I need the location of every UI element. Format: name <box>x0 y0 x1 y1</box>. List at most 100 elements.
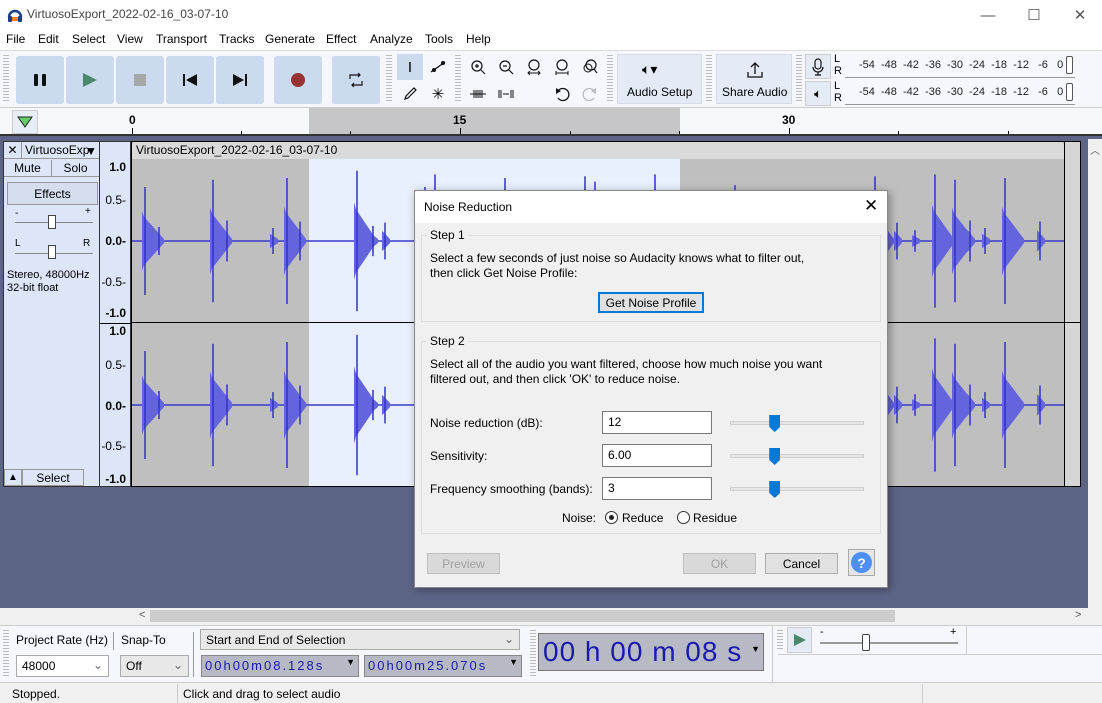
playback-meter-slider[interactable] <box>1066 83 1073 101</box>
scroll-right-icon[interactable]: > <box>1075 609 1081 621</box>
time-display[interactable]: 00 h 00 m 08 s ▼ <box>538 633 764 671</box>
redo-button[interactable] <box>577 81 603 107</box>
menu-generate[interactable]: Generate <box>265 32 315 46</box>
residue-radio[interactable] <box>677 511 690 524</box>
noise-reduction-input[interactable]: 12 <box>602 411 712 434</box>
fit-project-button[interactable] <box>549 54 575 80</box>
share-audio-button[interactable]: Share Audio <box>716 54 792 104</box>
ok-button[interactable]: OK <box>683 553 756 574</box>
toolbar-grip[interactable] <box>607 55 613 103</box>
scrollbar-thumb[interactable] <box>150 610 895 622</box>
undo-button[interactable] <box>549 81 575 107</box>
solo-button[interactable]: Solo <box>52 160 99 177</box>
record-button[interactable] <box>274 56 322 104</box>
menu-select[interactable]: Select <box>72 32 105 46</box>
selection-end-time[interactable]: 00h00m25.070s ▼ <box>364 655 522 677</box>
frequency-smoothing-input[interactable]: 3 <box>602 477 712 500</box>
playback-meter[interactable]: -54 -48 -42 -36 -30 -24 -18 -12 -6 0 <box>845 81 1075 105</box>
menu-help[interactable]: Help <box>466 32 491 46</box>
scroll-left-icon[interactable]: < <box>139 609 145 621</box>
menu-tools[interactable]: Tools <box>425 32 453 46</box>
selection-end-value: 00h00m25.070s <box>368 658 488 673</box>
playback-speed-slider[interactable] <box>820 642 958 644</box>
waveform-burst <box>982 233 990 249</box>
menu-effect[interactable]: Effect <box>326 32 356 46</box>
menu-analyze[interactable]: Analyze <box>370 32 413 46</box>
frequency-smoothing-slider[interactable] <box>730 487 864 491</box>
selection-mode-dropdown[interactable]: Start and End of Selection ⌄ <box>200 629 520 650</box>
toolbar-grip[interactable] <box>3 630 9 678</box>
skip-to-start-button[interactable] <box>166 56 214 104</box>
zoom-in-button[interactable] <box>465 54 491 80</box>
record-meter[interactable]: -54 -48 -42 -36 -30 -24 -18 -12 -6 0 <box>845 54 1075 78</box>
play-meter-button[interactable]: 🔈︎ <box>805 81 831 106</box>
multi-tool[interactable]: ✳ <box>425 81 451 107</box>
play-at-speed-button[interactable] <box>787 627 812 653</box>
toolbar-grip[interactable] <box>796 55 802 103</box>
step1-instructions-2: then click Get Noise Profile: <box>430 266 578 280</box>
horizontal-scrollbar[interactable]: < > <box>0 608 1102 624</box>
toolbar-grip[interactable] <box>3 55 9 103</box>
pan-slider-thumb[interactable] <box>48 245 56 259</box>
stop-button[interactable] <box>116 56 164 104</box>
minimize-button[interactable]: — <box>965 0 1011 30</box>
preview-button[interactable]: Preview <box>427 553 500 574</box>
draw-tool[interactable] <box>397 81 423 107</box>
gain-slider-thumb[interactable] <box>48 215 56 229</box>
envelope-tool[interactable] <box>425 54 451 80</box>
track-close-button[interactable]: ✕ <box>4 142 22 159</box>
snap-to-dropdown[interactable]: Off ⌄ <box>120 655 189 677</box>
close-icon: ✕ <box>7 143 18 157</box>
effects-button[interactable]: Effects <box>7 182 98 205</box>
menu-transport[interactable]: Transport <box>156 32 207 46</box>
mute-button[interactable]: Mute <box>4 160 52 177</box>
fit-selection-button[interactable] <box>521 54 547 80</box>
maximize-button[interactable]: ☐ <box>1011 0 1057 30</box>
toolbar-grip[interactable] <box>777 630 783 650</box>
menu-file[interactable]: File <box>6 32 25 46</box>
get-noise-profile-button[interactable]: Get Noise Profile <box>598 292 704 313</box>
audio-setup-button[interactable]: 🔈︎▾ Audio Setup <box>617 54 702 104</box>
noise-reduction-dialog: Noise Reduction ✕ Step 1 Select a few se… <box>414 190 888 588</box>
vertical-scrollbar[interactable]: ︿ <box>1088 139 1102 609</box>
project-rate-dropdown[interactable]: 48000 ⌄ <box>16 655 109 677</box>
zoom-out-button[interactable] <box>493 54 519 80</box>
clip-title-bar[interactable]: VirtuosoExport_2022-02-16_03-07-10 <box>132 142 1064 159</box>
selection-tool[interactable]: I <box>397 54 423 80</box>
playback-speed-thumb[interactable] <box>862 634 870 651</box>
toolbar-grip[interactable] <box>386 55 392 103</box>
zoom-in-icon <box>471 60 486 75</box>
pause-button[interactable] <box>16 56 64 104</box>
noise-reduction-slider[interactable] <box>730 421 864 425</box>
menu-edit[interactable]: Edit <box>38 32 59 46</box>
cancel-button[interactable]: Cancel <box>765 553 838 574</box>
selection-start-time[interactable]: 00h00m08.128s ▼ <box>201 655 359 677</box>
reduce-radio[interactable] <box>605 511 618 524</box>
waveform-burst <box>382 230 390 252</box>
menu-view[interactable]: View <box>117 32 143 46</box>
timeline-ruler[interactable]: 0 15 30 <box>0 108 1102 136</box>
toolbar-grip[interactable] <box>706 55 712 103</box>
loop-button[interactable] <box>332 56 380 104</box>
radio-dot <box>609 515 614 520</box>
close-button[interactable]: ✕ <box>1057 0 1102 30</box>
silence-audio-button[interactable] <box>493 81 519 107</box>
record-meter-slider[interactable] <box>1066 56 1073 74</box>
zoom-toggle-button[interactable] <box>577 54 603 80</box>
sensitivity-input[interactable]: 6.00 <box>602 444 712 467</box>
play-button[interactable] <box>66 56 114 104</box>
toolbar-grip[interactable] <box>530 630 536 678</box>
dialog-close-button[interactable]: ✕ <box>864 196 878 216</box>
track-name-menu[interactable]: VirtuosoExp ▼ <box>22 142 99 159</box>
timeline-options-button[interactable] <box>12 110 38 134</box>
sensitivity-slider[interactable] <box>730 454 864 458</box>
select-track-button[interactable]: Select <box>22 469 84 486</box>
scroll-up-icon[interactable]: ︿ <box>1090 142 1100 157</box>
help-button[interactable]: ? <box>848 549 875 576</box>
menu-tracks[interactable]: Tracks <box>219 32 255 46</box>
collapse-track-button[interactable]: ▲ <box>4 469 22 486</box>
toolbar-grip[interactable] <box>455 55 461 103</box>
trim-audio-button[interactable] <box>465 81 491 107</box>
record-meter-button[interactable] <box>805 54 831 79</box>
skip-to-end-button[interactable] <box>216 56 264 104</box>
